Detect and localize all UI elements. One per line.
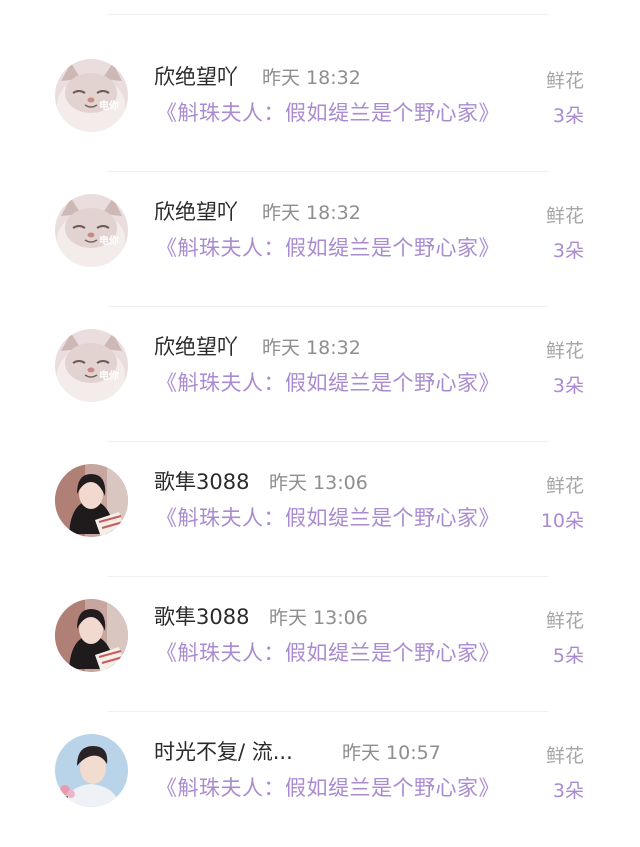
timestamp: 昨天 18:32: [262, 202, 361, 224]
gift-type-label: 鲜花: [545, 745, 584, 767]
avatar[interactable]: [55, 734, 128, 807]
svg-text:电你: 电你: [99, 234, 119, 247]
girl-avatar-icon: [55, 464, 128, 537]
book-title-link[interactable]: 《斛珠夫人：假如缇兰是个野心家》: [156, 502, 500, 532]
user-name[interactable]: 歌隼3088: [154, 601, 249, 631]
cat-avatar-icon: 电你: [55, 329, 128, 402]
gift-type-label: 鲜花: [545, 610, 584, 632]
avatar[interactable]: 电你: [55, 59, 128, 132]
girl-avatar-icon: [55, 599, 128, 672]
user-name[interactable]: 欣绝望吖: [154, 331, 238, 361]
divider: [108, 14, 548, 15]
timestamp: 昨天 10:57: [342, 742, 441, 764]
gift-record-row[interactable]: 歌隼3088 昨天 13:06 《斛珠夫人：假如缇兰是个野心家》 鲜花 5朵: [0, 577, 640, 712]
cat-avatar-icon: 电你: [55, 59, 128, 132]
book-title-link[interactable]: 《斛珠夫人：假如缇兰是个野心家》: [156, 367, 500, 397]
user-name[interactable]: 欣绝望吖: [154, 61, 238, 91]
cat-avatar-icon: 电你: [55, 194, 128, 267]
gift-type-label: 鲜花: [545, 205, 584, 227]
gift-count: 10朵: [540, 510, 584, 532]
gift-count: 3朵: [552, 780, 584, 802]
gift-record-row[interactable]: 电你 欣绝望吖 昨天 18:32 《斛珠夫人：假如缇兰是个野心家》 鲜花 3朵: [0, 172, 640, 307]
user-name[interactable]: 欣绝望吖: [154, 196, 238, 226]
gift-record-row[interactable]: 歌隼3088 昨天 13:06 《斛珠夫人：假如缇兰是个野心家》 鲜花 10朵: [0, 442, 640, 577]
timestamp: 昨天 18:32: [262, 67, 361, 89]
svg-text:电你: 电你: [99, 99, 119, 112]
timestamp: 昨天 18:32: [262, 337, 361, 359]
gift-count: 3朵: [552, 240, 584, 262]
gift-count: 3朵: [552, 105, 584, 127]
avatar[interactable]: [55, 464, 128, 537]
gift-record-row[interactable]: 电你 欣绝望吖 昨天 18:32 《斛珠夫人：假如缇兰是个野心家》 鲜花 3朵: [0, 307, 640, 442]
gift-type-label: 鲜花: [545, 70, 584, 92]
gift-record-row[interactable]: 电你 欣绝望吖 昨天 18:32 《斛珠夫人：假如缇兰是个野心家》 鲜花 3朵: [0, 37, 640, 172]
book-title-link[interactable]: 《斛珠夫人：假如缇兰是个野心家》: [156, 772, 500, 802]
gift-count: 3朵: [552, 375, 584, 397]
gift-type-label: 鲜花: [545, 340, 584, 362]
boy-avatar-icon: [55, 734, 128, 807]
avatar[interactable]: [55, 599, 128, 672]
book-title-link[interactable]: 《斛珠夫人：假如缇兰是个野心家》: [156, 232, 500, 262]
user-name[interactable]: 时光不复/ 流...: [154, 736, 293, 766]
gift-count: 5朵: [552, 645, 584, 667]
user-name[interactable]: 歌隼3088: [154, 466, 249, 496]
book-title-link[interactable]: 《斛珠夫人：假如缇兰是个野心家》: [156, 637, 500, 667]
gift-type-label: 鲜花: [545, 475, 584, 497]
timestamp: 昨天 13:06: [269, 472, 368, 494]
svg-text:电你: 电你: [99, 369, 119, 382]
timestamp: 昨天 13:06: [269, 607, 368, 629]
book-title-link[interactable]: 《斛珠夫人：假如缇兰是个野心家》: [156, 97, 500, 127]
avatar[interactable]: 电你: [55, 329, 128, 402]
avatar[interactable]: 电你: [55, 194, 128, 267]
